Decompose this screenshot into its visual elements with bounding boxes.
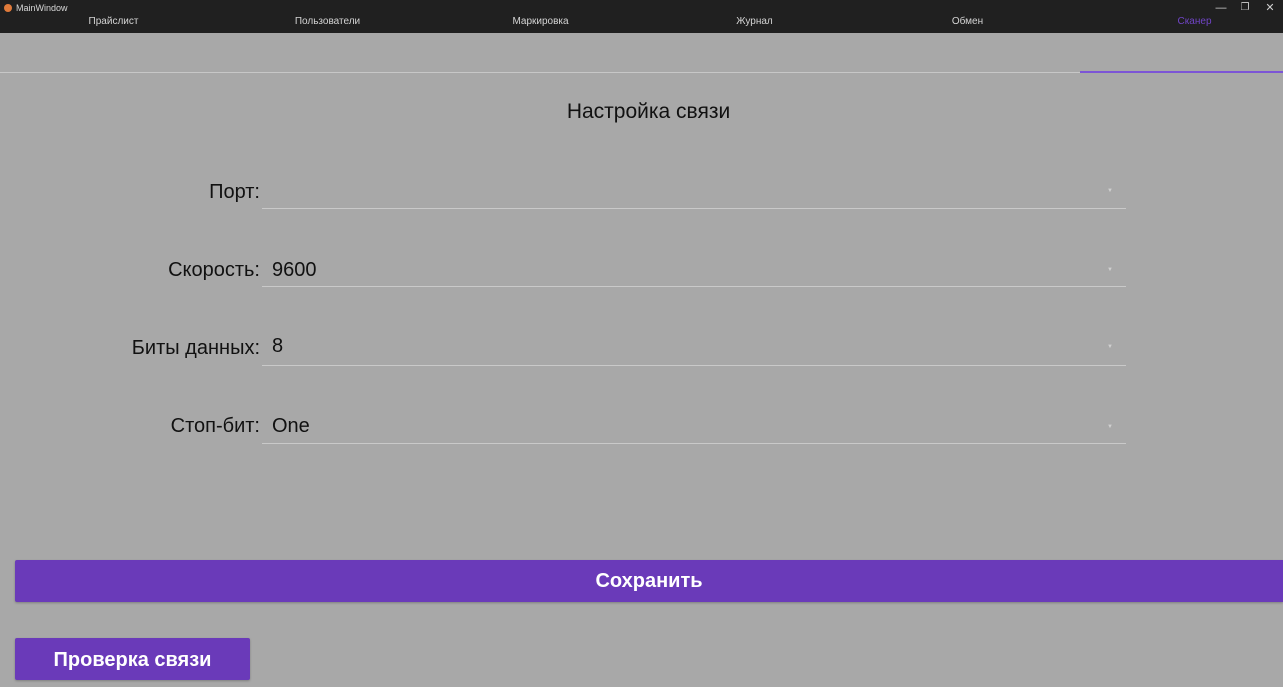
speed-select[interactable]: 9600	[272, 258, 317, 282]
stop-bits-label: Стоп-бит:	[170, 415, 260, 437]
speed-underline	[262, 286, 1126, 287]
speed-label: Скорость:	[168, 259, 260, 281]
stop-bits-underline	[262, 443, 1126, 444]
tab-pricelist[interactable]: Прайслист	[7, 14, 220, 70]
save-button[interactable]: Сохранить	[15, 560, 1283, 602]
chevron-down-icon[interactable]: ▼	[1107, 267, 1113, 273]
tab-marking[interactable]: Маркировка	[434, 14, 647, 70]
chevron-down-icon[interactable]: ▼	[1107, 188, 1113, 194]
chevron-down-icon[interactable]: ▼	[1107, 344, 1113, 350]
tab-journal[interactable]: Журнал	[648, 14, 861, 70]
window-title: MainWindow	[16, 3, 68, 13]
data-bits-label: Биты данных:	[131, 337, 260, 359]
app-icon	[4, 4, 12, 12]
port-underline	[262, 208, 1126, 209]
tab-exchange[interactable]: Обмен	[861, 14, 1074, 70]
stop-bits-select[interactable]: One	[272, 414, 310, 438]
main-window: MainWindow — ❐ ✕ Прайслист Пользователи …	[0, 0, 1283, 687]
tab-scanner[interactable]: Сканер	[1088, 14, 1283, 70]
page-title: Настройка связи	[566, 100, 731, 123]
data-bits-select[interactable]: 8	[272, 334, 283, 358]
data-bits-underline	[262, 365, 1126, 366]
tab-active-indicator	[1080, 71, 1283, 73]
chevron-down-icon[interactable]: ▼	[1107, 424, 1113, 430]
check-connection-button[interactable]: Проверка связи	[15, 638, 250, 680]
tab-users[interactable]: Пользователи	[221, 14, 434, 70]
port-label: Порт:	[209, 181, 260, 203]
